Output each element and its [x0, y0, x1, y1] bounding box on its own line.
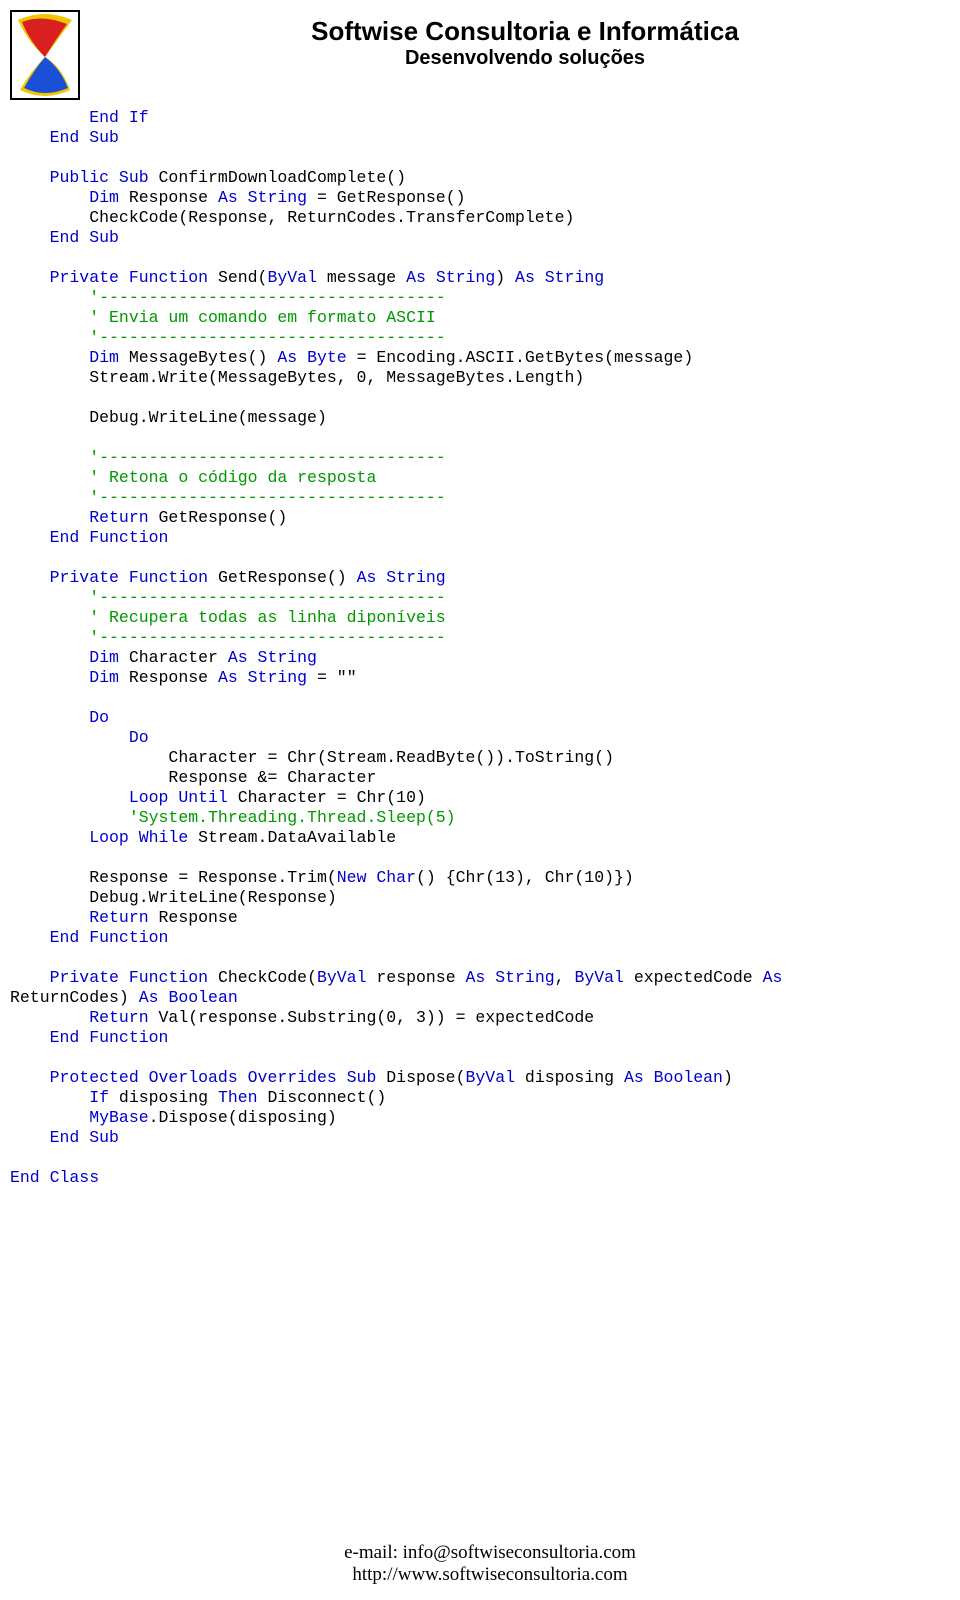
code-comment: ' Retona o código da resposta	[10, 468, 376, 487]
code-keyword: Loop Until	[10, 788, 228, 807]
code-string: ""	[337, 668, 357, 687]
code-keyword: Return	[10, 1008, 149, 1027]
code-line: End Function	[10, 528, 168, 547]
document-header: Softwise Consultoria e Informática Desen…	[10, 10, 950, 100]
code-text: .Dispose(disposing)	[149, 1108, 337, 1127]
code-text: Response	[119, 668, 218, 687]
code-text: disposing	[109, 1088, 218, 1107]
code-keyword: Private Function	[10, 568, 208, 587]
code-text: = Encoding.ASCII.GetBytes(message)	[347, 348, 694, 367]
company-name: Softwise Consultoria e Informática	[100, 16, 950, 47]
code-keyword: Return	[10, 508, 149, 527]
code-text: disposing	[515, 1068, 624, 1087]
code-text: )	[495, 268, 515, 287]
code-comment: '-----------------------------------	[10, 328, 446, 347]
code-text: Character = Chr(10)	[228, 788, 426, 807]
code-text: Stream.DataAvailable	[188, 828, 396, 847]
code-text: ReturnCodes)	[10, 988, 139, 1007]
code-keyword: As String	[357, 568, 446, 587]
company-tagline: Desenvolvendo soluções	[100, 47, 950, 70]
code-keyword: Protected Overloads Overrides Sub	[10, 1068, 376, 1087]
code-text: Send(	[208, 268, 267, 287]
code-keyword: As String	[218, 188, 307, 207]
code-keyword: ByVal	[267, 268, 317, 287]
code-line: Debug.WriteLine(Response)	[10, 888, 337, 907]
code-text: Response	[149, 908, 238, 927]
code-line: CheckCode(Response, ReturnCodes.Transfer…	[10, 208, 574, 227]
code-line: End Class	[10, 1168, 99, 1187]
code-text: GetResponse()	[208, 568, 357, 587]
code-text: =	[307, 668, 337, 687]
code-keyword: MyBase	[10, 1108, 149, 1127]
code-keyword: Then	[218, 1088, 258, 1107]
code-keyword: Dim	[10, 348, 119, 367]
code-line: Response &= Character	[10, 768, 376, 787]
code-text: CheckCode(	[208, 968, 317, 987]
code-text: () {Chr(13), Chr(10)})	[416, 868, 634, 887]
code-line: End Sub	[10, 228, 119, 247]
code-keyword: ByVal	[317, 968, 367, 987]
code-line: Character = Chr(Stream.ReadByte()).ToStr…	[10, 748, 614, 767]
code-keyword: As Boolean	[139, 988, 238, 1007]
company-logo	[10, 10, 80, 100]
code-text: ,	[555, 968, 575, 987]
code-keyword: ByVal	[466, 1068, 516, 1087]
code-line: End Sub	[10, 1128, 119, 1147]
code-keyword: Public Sub	[10, 168, 149, 187]
code-comment: ' Recupera todas as linha diponíveis	[10, 608, 446, 627]
code-keyword: Dim	[10, 648, 119, 667]
code-keyword: As	[763, 968, 783, 987]
code-comment: '-----------------------------------	[10, 628, 446, 647]
code-line: End Sub	[10, 128, 119, 147]
code-keyword: New Char	[337, 868, 416, 887]
code-text: Character	[119, 648, 228, 667]
code-text: Response = Response.Trim(	[10, 868, 337, 887]
code-text: = GetResponse()	[307, 188, 465, 207]
footer-email: e-mail: info@softwiseconsultoria.com	[10, 1542, 960, 1564]
code-keyword: As String	[515, 268, 604, 287]
code-keyword: Dim	[10, 668, 119, 687]
code-keyword: As String	[406, 268, 495, 287]
code-text	[782, 968, 792, 987]
code-text: )	[723, 1068, 733, 1087]
code-line: Debug.WriteLine(message)	[10, 408, 327, 427]
code-line: End If	[10, 108, 149, 127]
code-comment: 'System.Threading.Thread.Sleep(5)	[10, 808, 456, 827]
code-keyword: If	[10, 1088, 109, 1107]
code-text: Val(response.Substring(0, 3)) = expected…	[149, 1008, 595, 1027]
code-line: End Function	[10, 1028, 168, 1047]
footer-url: http://www.softwiseconsultoria.com	[10, 1564, 960, 1586]
code-keyword: As Boolean	[624, 1068, 723, 1087]
code-keyword: As String	[228, 648, 317, 667]
code-keyword: Dim	[10, 188, 119, 207]
code-text: expectedCode	[624, 968, 763, 987]
code-keyword: As String	[218, 668, 307, 687]
document-footer: e-mail: info@softwiseconsultoria.com htt…	[10, 1542, 960, 1586]
code-text: Disconnect()	[258, 1088, 387, 1107]
code-block: End If End Sub Public Sub ConfirmDownloa…	[10, 108, 950, 1188]
code-keyword: As Byte	[277, 348, 346, 367]
code-keyword: Return	[10, 908, 149, 927]
code-keyword: Private Function	[10, 968, 208, 987]
code-text: message	[317, 268, 406, 287]
code-line: Stream.Write(MessageBytes, 0, MessageByt…	[10, 368, 584, 387]
code-keyword: As String	[466, 968, 555, 987]
code-text: Response	[119, 188, 218, 207]
code-keyword: Loop While	[10, 828, 188, 847]
code-line: Do	[10, 728, 149, 747]
code-comment: '-----------------------------------	[10, 448, 446, 467]
code-line: Do	[10, 708, 109, 727]
code-text: ConfirmDownloadComplete()	[149, 168, 406, 187]
code-text: GetResponse()	[149, 508, 288, 527]
code-comment: '-----------------------------------	[10, 588, 446, 607]
code-keyword: Private Function	[10, 268, 208, 287]
code-line: End Function	[10, 928, 168, 947]
code-text: Dispose(	[376, 1068, 465, 1087]
code-text: MessageBytes()	[119, 348, 277, 367]
code-comment: '-----------------------------------	[10, 288, 446, 307]
code-keyword: ByVal	[574, 968, 624, 987]
code-text: response	[366, 968, 465, 987]
code-comment: '-----------------------------------	[10, 488, 446, 507]
code-comment: ' Envia um comando em formato ASCII	[10, 308, 436, 327]
